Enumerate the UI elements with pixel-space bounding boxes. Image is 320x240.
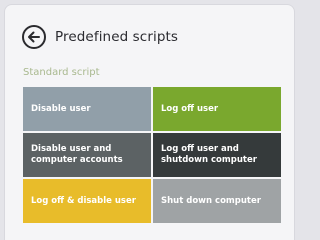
disable-user-tile[interactable]: Disable user [23, 87, 151, 131]
script-tile-grid: Disable user Log off user Disable user a… [23, 87, 281, 223]
page-title: Predefined scripts [55, 29, 179, 45]
section-label-standard-script: Standard script [23, 67, 100, 78]
disable-user-and-computer-accounts-tile[interactable]: Disable user and computer accounts [23, 133, 151, 177]
shut-down-computer-tile[interactable]: Shut down computer [153, 179, 281, 223]
back-button[interactable] [22, 25, 46, 49]
log-off-user-tile[interactable]: Log off user [153, 87, 281, 131]
arrow-left-icon [27, 30, 41, 44]
log-off-and-disable-user-tile[interactable]: Log off & disable user [23, 179, 151, 223]
log-off-user-and-shutdown-computer-tile[interactable]: Log off user and shutdown computer [153, 133, 281, 177]
scripts-panel: Predefined scripts Standard script Disab… [4, 4, 295, 240]
page-header: Predefined scripts [22, 25, 178, 49]
